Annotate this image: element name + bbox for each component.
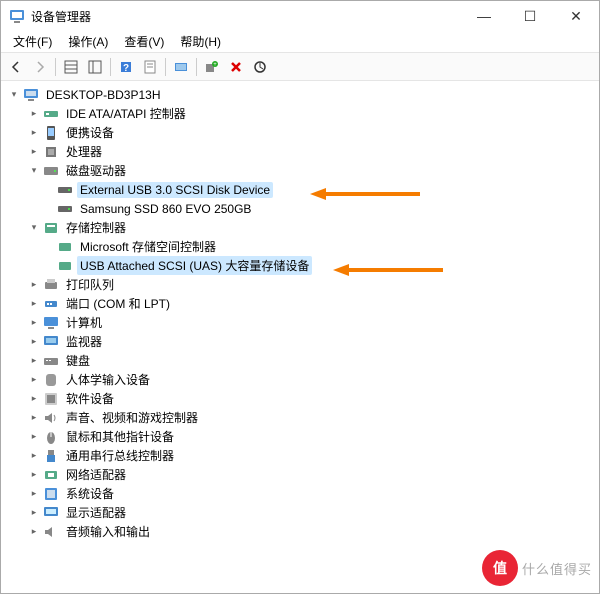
svg-text:?: ?: [123, 63, 129, 74]
tree-audio[interactable]: 音频输入和输出: [63, 522, 153, 541]
tree-ports[interactable]: 端口 (COM 和 LPT): [63, 294, 173, 313]
expand-icon[interactable]: ▸: [27, 468, 41, 482]
expand-icon[interactable]: ▸: [27, 126, 41, 140]
display-icon: [43, 505, 59, 521]
expand-icon[interactable]: ▾: [7, 88, 21, 102]
monitor-icon: [43, 334, 59, 350]
computer-icon: [43, 315, 59, 331]
tree-disk-external[interactable]: External USB 3.0 SCSI Disk Device: [77, 182, 273, 198]
back-button[interactable]: [5, 56, 27, 78]
storage-icon: [43, 220, 59, 236]
tree-printq[interactable]: 打印队列: [63, 275, 117, 294]
menu-help[interactable]: 帮助(H): [172, 31, 229, 52]
menu-view[interactable]: 查看(V): [116, 31, 172, 52]
expand-icon[interactable]: ▸: [27, 506, 41, 520]
tree-disk-samsung[interactable]: Samsung SSD 860 EVO 250GB: [77, 201, 254, 217]
tree-display[interactable]: 显示适配器: [63, 503, 129, 522]
expand-icon[interactable]: ▸: [27, 354, 41, 368]
tree-disk[interactable]: 磁盘驱动器: [63, 161, 129, 180]
expand-icon[interactable]: ▸: [27, 449, 41, 463]
forward-button[interactable]: [29, 56, 51, 78]
collapse-icon[interactable]: ▾: [27, 221, 41, 235]
expand-icon[interactable]: ▸: [27, 335, 41, 349]
audio-icon: [43, 524, 59, 540]
expand-icon[interactable]: ▸: [27, 145, 41, 159]
disk-icon: [43, 163, 59, 179]
port-icon: [43, 296, 59, 312]
maximize-button[interactable]: ☐: [507, 1, 553, 31]
toolbar: ? +: [1, 53, 599, 81]
tree-storage-ms[interactable]: Microsoft 存储空间控制器: [77, 237, 219, 256]
tree-software[interactable]: 软件设备: [63, 389, 117, 408]
software-icon: [43, 391, 59, 407]
menu-file[interactable]: 文件(F): [5, 31, 60, 52]
expand-icon[interactable]: ▸: [27, 430, 41, 444]
expand-icon[interactable]: ▸: [27, 278, 41, 292]
controller-icon: [57, 258, 73, 274]
expand-icon[interactable]: ▸: [27, 316, 41, 330]
cpu-icon: [43, 144, 59, 160]
menubar: 文件(F) 操作(A) 查看(V) 帮助(H): [1, 31, 599, 53]
window-title: 设备管理器: [31, 8, 461, 25]
titlebar: 设备管理器 — ☐ ✕: [1, 1, 599, 31]
expand-icon[interactable]: ▸: [27, 107, 41, 121]
tree-usb[interactable]: 通用串行总线控制器: [63, 446, 177, 465]
device-tree[interactable]: ▾ DESKTOP-BD3P13H ▸ IDE ATA/ATAPI 控制器 ▸ 便携设…: [1, 81, 599, 593]
printer-icon: [43, 277, 59, 293]
network-icon: [43, 467, 59, 483]
watermark: 值 什么值得买: [482, 550, 592, 586]
tree-portable[interactable]: 便携设备: [63, 123, 117, 142]
minimize-button[interactable]: —: [461, 1, 507, 31]
tree-sound[interactable]: 声音、视频和游戏控制器: [63, 408, 201, 427]
annotation-arrow-2: [333, 262, 443, 278]
tree-root[interactable]: DESKTOP-BD3P13H: [43, 87, 164, 103]
sound-icon: [43, 410, 59, 426]
update-driver-button[interactable]: [249, 56, 271, 78]
system-icon: [43, 486, 59, 502]
annotation-arrow-1: [310, 186, 420, 202]
device-manager-icon: [9, 8, 25, 24]
expand-icon[interactable]: ▸: [27, 525, 41, 539]
expand-icon[interactable]: ▸: [27, 392, 41, 406]
keyboard-icon: [43, 353, 59, 369]
expand-icon[interactable]: ▸: [27, 411, 41, 425]
drive-icon: [57, 201, 73, 217]
tree-cpu[interactable]: 处理器: [63, 142, 105, 161]
tree-monitor[interactable]: 监视器: [63, 332, 105, 351]
menu-action[interactable]: 操作(A): [60, 31, 116, 52]
tree-ide[interactable]: IDE ATA/ATAPI 控制器: [63, 104, 189, 123]
hid-icon: [43, 372, 59, 388]
usb-icon: [43, 448, 59, 464]
drive-icon: [57, 182, 73, 198]
svg-text:+: +: [213, 62, 217, 68]
tree-computer[interactable]: 计算机: [63, 313, 105, 332]
tree-system[interactable]: 系统设备: [63, 484, 117, 503]
properties-button[interactable]: [139, 56, 161, 78]
close-button[interactable]: ✕: [553, 1, 599, 31]
controller-icon: [57, 239, 73, 255]
tree-keyboard[interactable]: 键盘: [63, 351, 93, 370]
computer-icon: [23, 87, 39, 103]
view-detail-button[interactable]: [84, 56, 106, 78]
tree-mouse[interactable]: 鼠标和其他指针设备: [63, 427, 177, 446]
add-device-button[interactable]: +: [201, 56, 223, 78]
watermark-logo: 值: [482, 550, 518, 586]
portable-icon: [43, 125, 59, 141]
watermark-text: 什么值得买: [522, 559, 592, 578]
view-list-button[interactable]: [60, 56, 82, 78]
expand-icon[interactable]: ▸: [27, 373, 41, 387]
help-button[interactable]: ?: [115, 56, 137, 78]
expand-icon[interactable]: ▸: [27, 297, 41, 311]
expand-icon[interactable]: ▸: [27, 487, 41, 501]
tree-storage[interactable]: 存储控制器: [63, 218, 129, 237]
mouse-icon: [43, 429, 59, 445]
ide-icon: [43, 106, 59, 122]
remove-device-button[interactable]: [225, 56, 247, 78]
tree-storage-uas[interactable]: USB Attached SCSI (UAS) 大容量存储设备: [77, 256, 312, 275]
collapse-icon[interactable]: ▾: [27, 164, 41, 178]
scan-button[interactable]: [170, 56, 192, 78]
tree-hid[interactable]: 人体学输入设备: [63, 370, 153, 389]
tree-network[interactable]: 网络适配器: [63, 465, 129, 484]
